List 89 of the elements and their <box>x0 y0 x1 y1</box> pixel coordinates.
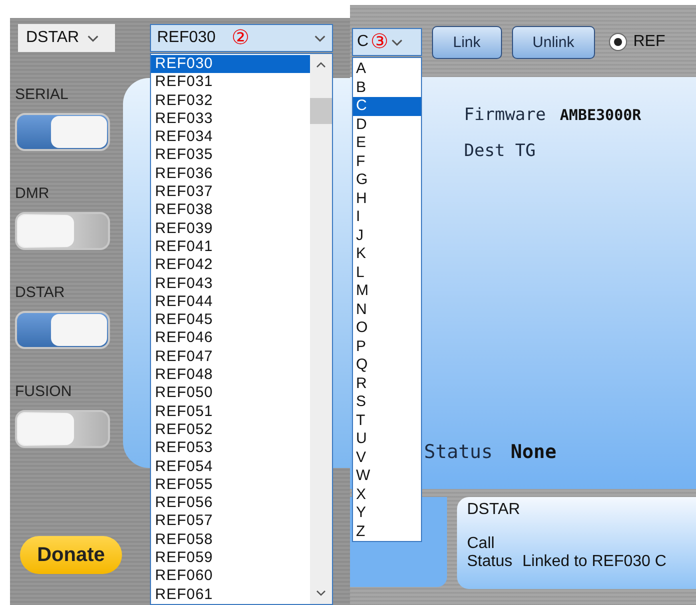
toggle-switch[interactable] <box>15 311 110 349</box>
dropdown-item[interactable]: X <box>353 486 421 504</box>
mode-value: Linked to REF030 C <box>522 553 666 571</box>
dropdown-item[interactable]: REF059 <box>151 549 310 568</box>
info-label: Dest TG <box>464 141 536 161</box>
mode-label: Status <box>467 553 512 571</box>
chevron-down-icon <box>390 38 403 46</box>
dropdown-item[interactable]: U <box>353 430 421 448</box>
dropdown-item[interactable]: REF051 <box>151 402 310 421</box>
dropdown-item[interactable]: REF054 <box>151 458 310 476</box>
dropdown-item[interactable]: REF030 <box>151 55 310 74</box>
dropdown-item[interactable]: REF056 <box>151 494 310 512</box>
annotation-number: ③ <box>370 32 389 52</box>
dropdown-item[interactable]: REF038 <box>151 201 310 220</box>
dropdown-item[interactable]: Q <box>353 356 421 374</box>
mode-label: Call <box>467 535 495 553</box>
annotation-number: ② <box>232 28 250 48</box>
dropdown-item[interactable]: R <box>353 374 421 393</box>
dropdown-item[interactable]: REF044 <box>151 292 310 312</box>
dropdown-item[interactable]: REF041 <box>151 238 310 256</box>
dropdown-item[interactable]: REF034 <box>151 128 310 146</box>
dropdown-item[interactable]: REF037 <box>151 183 310 202</box>
module-select[interactable]: C ③ <box>352 28 422 56</box>
dropdown-item[interactable]: REF048 <box>151 366 310 384</box>
scroll-up-icon <box>316 62 326 68</box>
dropdown-item[interactable]: N <box>353 300 421 319</box>
toggle-label: DMR <box>15 185 50 202</box>
toggle-label: FUSION <box>15 383 72 400</box>
dropdown-item[interactable]: REF031 <box>151 73 310 92</box>
dropdown-item[interactable]: REF039 <box>151 220 310 238</box>
dropdown-item[interactable]: I <box>353 208 421 226</box>
dropdown-item[interactable]: F <box>353 152 421 171</box>
toggle-label: DSTAR <box>15 284 65 301</box>
dropdown-item[interactable]: REF060 <box>151 567 310 586</box>
action-button[interactable]: Unlink <box>512 26 596 58</box>
dropdown-item[interactable]: REF042 <box>151 256 310 275</box>
action-button[interactable]: Link <box>432 26 502 58</box>
dropdown-item[interactable]: E <box>353 134 421 152</box>
scroll-down-icon <box>316 590 326 596</box>
reflector-select[interactable]: REF030 ② <box>150 24 333 52</box>
dropdown-item[interactable]: REF053 <box>151 439 310 458</box>
mode-title: DSTAR <box>467 501 522 519</box>
dropdown-item[interactable]: V <box>353 448 421 467</box>
toggle-switch[interactable] <box>15 212 110 250</box>
dropdown-item[interactable]: H <box>353 190 421 208</box>
chevron-down-icon <box>314 34 326 42</box>
dropdown-item[interactable]: REF046 <box>151 329 310 348</box>
dropdown-item[interactable]: K <box>353 245 421 264</box>
dropdown-item[interactable]: REF057 <box>151 512 310 531</box>
dropdown-item[interactable]: Z <box>353 522 421 541</box>
status-value: None <box>510 441 556 463</box>
radio-label: REF <box>633 33 666 51</box>
dropdown-item[interactable]: L <box>353 264 421 282</box>
dropdown-item[interactable]: REF035 <box>151 146 310 165</box>
dropdown-item[interactable]: P <box>353 338 421 356</box>
dropdown-item[interactable]: T <box>353 412 421 430</box>
dropdown-item[interactable]: REF043 <box>151 274 310 293</box>
dropdown-item[interactable]: REF050 <box>151 384 310 403</box>
dropdown-item[interactable]: REF036 <box>151 164 310 184</box>
dropdown-item[interactable]: D <box>353 116 421 134</box>
dropdown-item[interactable]: REF047 <box>151 348 310 366</box>
dropdown-item[interactable]: G <box>353 171 421 190</box>
toggle-switch[interactable] <box>15 113 110 151</box>
dropdown-item[interactable]: REF058 <box>151 530 310 550</box>
dropdown-item[interactable]: B <box>353 78 421 97</box>
dropdown-item[interactable]: S <box>353 393 421 412</box>
status-label: Status <box>424 441 493 463</box>
donate-button[interactable]: Donate <box>20 536 122 574</box>
dropdown-item[interactable]: REF061 <box>151 586 310 604</box>
info-label: Firmware <box>464 105 546 125</box>
chevron-down-icon <box>87 34 100 42</box>
dropdown-item[interactable]: REF032 <box>151 92 310 110</box>
dropdown-item[interactable]: J <box>353 226 421 245</box>
info-value: AMBE3000R <box>560 106 642 124</box>
scrollbar-thumb[interactable] <box>310 98 332 124</box>
mode-select[interactable]: DSTAR <box>18 24 115 52</box>
dropdown-item[interactable]: REF052 <box>151 420 310 440</box>
radio-button[interactable] <box>609 33 628 51</box>
dropdown-item[interactable]: A <box>353 60 421 78</box>
dropdown-item[interactable]: O <box>353 319 421 338</box>
dropdown-item[interactable]: W <box>353 467 421 486</box>
dropdown-item[interactable]: Y <box>353 504 421 522</box>
dropdown-item[interactable]: REF055 <box>151 476 310 494</box>
dropdown-item[interactable]: M <box>353 282 421 300</box>
toggle-label: SERIAL <box>15 86 68 103</box>
dropdown-item[interactable]: C <box>353 97 421 116</box>
toggle-switch[interactable] <box>15 410 110 448</box>
dropdown-item[interactable]: REF033 <box>151 110 310 128</box>
dropdown-item[interactable]: REF045 <box>151 311 310 330</box>
